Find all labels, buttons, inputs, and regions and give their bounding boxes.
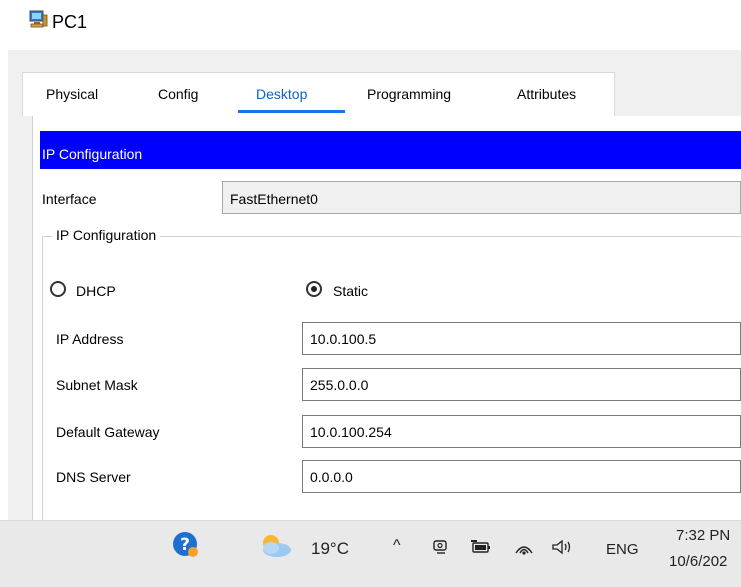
static-radio[interactable] [306, 281, 322, 297]
help-icon[interactable]: ? [171, 530, 199, 558]
ip-address-label: IP Address [56, 331, 124, 347]
clock-time[interactable]: 7:32 PN [676, 527, 730, 544]
dns-server-label: DNS Server [56, 469, 131, 485]
meet-now-icon[interactable] [431, 537, 451, 557]
tab-config[interactable]: Config [158, 86, 198, 102]
interface-label: Interface [42, 191, 97, 207]
active-tab-indicator [238, 110, 345, 113]
volume-icon[interactable] [550, 537, 576, 557]
dhcp-radio[interactable] [50, 281, 66, 297]
dns-server-value: 0.0.0.0 [310, 469, 353, 485]
ip-config-header-title: IP Configuration [42, 146, 143, 162]
battery-icon[interactable] [470, 537, 492, 557]
dhcp-label: DHCP [76, 283, 116, 299]
tab-strip: Physical Config Desktop Programming Attr… [22, 72, 741, 116]
tab-attributes[interactable]: Attributes [517, 86, 576, 102]
window-title: PC1 [52, 12, 88, 32]
ip-config-group-title: IP Configuration [52, 227, 161, 243]
pc-device-icon [29, 10, 48, 28]
chevron-up-icon[interactable]: ^ [393, 537, 401, 555]
window-titlebar: PC1 [0, 0, 741, 50]
tab-programming[interactable]: Programming [367, 86, 451, 102]
subnet-mask-value: 255.0.0.0 [310, 377, 369, 393]
ip-config-header-bar [40, 131, 741, 169]
clock-date[interactable]: 10/6/202 [669, 553, 727, 570]
interface-value: FastEthernet0 [230, 191, 318, 207]
default-gateway-value: 10.0.100.254 [310, 424, 392, 440]
ip-address-value: 10.0.100.5 [310, 331, 377, 347]
default-gateway-label: Default Gateway [56, 424, 160, 440]
language-indicator[interactable]: ENG [606, 541, 639, 558]
static-label: Static [333, 283, 369, 299]
wifi-icon[interactable] [513, 537, 535, 557]
weather-temperature[interactable]: 19°C [311, 539, 349, 559]
tab-desktop[interactable]: Desktop [256, 86, 307, 102]
dns-server-input[interactable] [302, 460, 741, 493]
subnet-mask-label: Subnet Mask [56, 377, 138, 393]
partly-sunny-icon[interactable] [255, 531, 295, 559]
tab-physical[interactable]: Physical [46, 86, 98, 102]
